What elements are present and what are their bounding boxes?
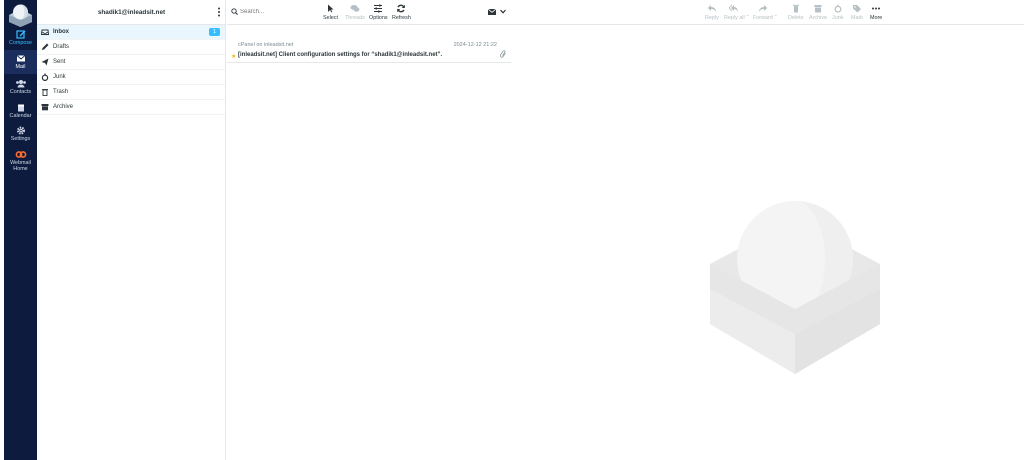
folder-inbox[interactable]: Inbox 1 xyxy=(37,25,225,40)
ellipsis-icon xyxy=(872,7,881,10)
trash-icon xyxy=(42,89,48,96)
vertical-ellipsis-icon[interactable] xyxy=(217,7,221,17)
folder-drafts[interactable]: Drafts xyxy=(37,40,225,55)
calendar-label: Calendar xyxy=(9,113,32,119)
account-name: shadik1@inleadsit.net xyxy=(97,9,166,16)
folder-archive[interactable]: Archive xyxy=(37,100,225,115)
delete-button[interactable]: Delete xyxy=(788,4,804,21)
reply-all-dropdown-icon[interactable]: ⌄ xyxy=(745,12,749,18)
folder-label: Archive xyxy=(53,104,74,110)
message-list-panel: cPanel on inleadsit.net 2024-12-12 21:22… xyxy=(227,0,511,460)
folder-junk[interactable]: Junk xyxy=(37,70,225,85)
envelope-icon[interactable] xyxy=(488,9,496,15)
junk-label: Junk xyxy=(832,15,844,21)
unread-count-badge: 1 xyxy=(209,28,220,36)
message-date: 2024-12-12 21:22 xyxy=(453,42,497,48)
reply-icon xyxy=(707,5,716,12)
more-button[interactable]: More xyxy=(870,4,882,21)
compose-icon xyxy=(15,30,25,39)
cpanel-icon xyxy=(15,151,26,158)
folder-label: Trash xyxy=(53,89,69,95)
webmail-label-line2: Home xyxy=(13,166,28,172)
message-row[interactable]: cPanel on inleadsit.net 2024-12-12 21:22… xyxy=(227,38,511,63)
forward-button[interactable]: Forward ⌄ xyxy=(753,4,778,21)
folder-sent[interactable]: Sent xyxy=(37,55,225,70)
paper-plane-icon xyxy=(41,58,49,66)
more-label: More xyxy=(870,15,883,21)
archive-label: Archive xyxy=(809,15,827,21)
archive-icon xyxy=(814,5,822,13)
mark-label: Mark xyxy=(851,15,863,21)
reply-all-label: Reply all xyxy=(724,15,745,21)
pencil-icon xyxy=(42,43,49,50)
mail-button[interactable]: Mail xyxy=(4,50,37,74)
settings-label: Settings xyxy=(10,136,31,142)
folder-trash[interactable]: Trash xyxy=(37,85,225,100)
contacts-button[interactable]: Contacts xyxy=(4,79,37,95)
reply-all-icon xyxy=(729,4,739,12)
junk-button[interactable]: Junk xyxy=(832,4,843,21)
compose-button[interactable]: Compose xyxy=(4,30,37,46)
forward-label: Forward xyxy=(753,15,773,21)
mark-button[interactable]: Mark xyxy=(851,4,863,21)
reply-label: Reply xyxy=(705,15,719,21)
users-icon xyxy=(15,80,26,88)
forward-dropdown-icon[interactable]: ⌄ xyxy=(774,12,778,18)
gear-icon xyxy=(16,126,25,135)
inbox-icon xyxy=(41,29,49,35)
contacts-label: Contacts xyxy=(9,89,32,95)
message-sender: cPanel on inleadsit.net xyxy=(238,42,294,48)
chevron-down-icon[interactable] xyxy=(500,9,506,14)
paperclip-icon xyxy=(500,50,506,58)
compose-label: Compose xyxy=(8,40,33,46)
fire-icon xyxy=(834,4,842,13)
trash-icon xyxy=(792,4,799,13)
tag-icon xyxy=(852,5,861,13)
folder-label: Drafts xyxy=(53,44,70,50)
unread-star-icon[interactable]: ★ xyxy=(231,53,236,60)
webmail-home-button[interactable]: Webmail Home xyxy=(4,150,37,172)
forward-icon xyxy=(758,5,768,12)
archive-icon xyxy=(41,104,49,111)
delete-label: Delete xyxy=(788,15,804,21)
roundcube-logo[interactable] xyxy=(7,3,34,28)
search-icon[interactable] xyxy=(231,8,238,15)
mail-label: Mail xyxy=(15,64,26,70)
calendar-button[interactable]: Calendar xyxy=(4,103,37,119)
folder-label: Sent xyxy=(53,59,66,65)
reply-all-button[interactable]: Reply all ⌄ xyxy=(724,4,750,21)
reply-button[interactable]: Reply xyxy=(705,4,719,21)
archive-button[interactable]: Archive xyxy=(809,4,827,21)
main-navigation: Compose Mail Contacts Calendar Settings … xyxy=(4,0,37,460)
calendar-icon xyxy=(17,104,24,112)
folder-panel: shadik1@inleadsit.net Inbox 1 Drafts Sen… xyxy=(37,0,226,460)
folder-label: Junk xyxy=(53,74,66,80)
empty-content-watermark xyxy=(710,201,880,374)
folder-label: Inbox xyxy=(53,29,69,35)
envelope-icon xyxy=(16,55,25,62)
fire-icon xyxy=(41,73,49,81)
search-bar xyxy=(227,0,511,25)
folder-header: shadik1@inleadsit.net xyxy=(37,0,225,25)
message-subject: [inleadsit.net] Client configuration set… xyxy=(238,52,443,58)
search-input[interactable] xyxy=(240,6,470,18)
settings-button[interactable]: Settings xyxy=(4,126,37,142)
